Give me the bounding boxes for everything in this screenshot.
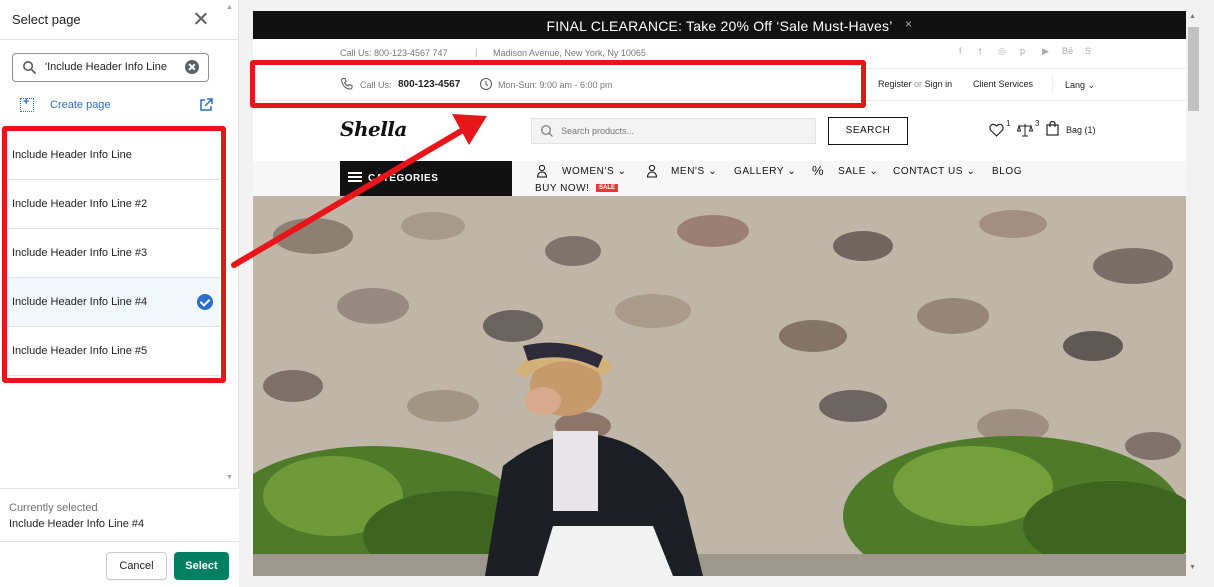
pinterest-icon[interactable]: p — [1020, 46, 1025, 56]
panel-header: Select page — [0, 0, 239, 40]
select-button[interactable]: Select — [174, 552, 229, 580]
man-icon — [646, 164, 658, 178]
or-text: or — [914, 79, 923, 89]
panel-footer: Currently selected Include Header Info L… — [0, 488, 239, 587]
chevron-down-icon: ⌄ — [966, 166, 976, 177]
chevron-down-icon: ⌄ — [787, 166, 797, 177]
scroll-up-arrow-icon[interactable]: ▲ — [226, 4, 233, 11]
currently-selected-value: Include Header Info Line #4 — [9, 518, 145, 530]
heart-icon[interactable] — [989, 123, 1004, 137]
chevron-down-icon: ⌄ — [1087, 80, 1096, 90]
external-link-icon[interactable] — [199, 98, 213, 112]
chevron-down-icon: ⌄ — [617, 166, 627, 177]
stone-ledge — [253, 554, 1186, 576]
sign-in-link[interactable]: Sign in — [925, 79, 953, 89]
sale-badge: SALE — [596, 184, 619, 192]
select-page-panel: Select page 'Include Header Info Line Cr… — [0, 0, 239, 587]
woman-icon — [536, 164, 548, 178]
close-icon[interactable]: × — [905, 17, 912, 31]
chevron-down-icon: ⌄ — [869, 166, 879, 177]
search-button[interactable]: SEARCH — [828, 117, 908, 145]
currently-selected-label: Currently selected — [9, 502, 98, 514]
instagram-icon[interactable]: ◎ — [998, 46, 1006, 57]
search-icon — [23, 61, 36, 74]
scroll-down-arrow-icon[interactable]: ▼ — [226, 474, 233, 481]
nav-label: SALE — [838, 166, 866, 177]
scrollbar-thumb[interactable] — [1188, 27, 1199, 111]
nav-item-contact[interactable]: CONTACT US ⌄ — [893, 166, 975, 177]
scroll-up-arrow-icon[interactable]: ▲ — [1189, 13, 1196, 20]
page-search-input[interactable]: 'Include Header Info Line — [12, 53, 209, 82]
language-selector[interactable]: Lang ⌄ — [1065, 80, 1095, 91]
create-page-link[interactable]: Create page — [20, 96, 215, 115]
percent-icon: % — [812, 163, 825, 178]
divider — [0, 541, 239, 542]
clear-search-icon[interactable] — [185, 60, 199, 74]
divider — [1052, 74, 1053, 94]
language-label: Lang — [1065, 80, 1086, 90]
store-logo[interactable]: Shella — [340, 117, 407, 141]
nav-item-womens[interactable]: WOMEN'S ⌄ — [562, 166, 627, 177]
categories-label: CATEGORIES — [368, 173, 439, 184]
hero-image — [253, 196, 1186, 576]
announcement-text: FINAL CLEARANCE: Take 20% Off ‘Sale Must… — [546, 18, 893, 34]
social-links: f t ◎ p ▶ Bē S — [959, 46, 1099, 60]
search-placeholder: Search products... — [561, 126, 635, 136]
register-link[interactable]: Register — [878, 79, 912, 89]
main-navigation: CATEGORIES WOMEN'S ⌄ MEN'S ⌄ GALLERY ⌄ %… — [253, 161, 1186, 196]
close-icon[interactable] — [193, 11, 209, 27]
search-icon — [541, 125, 553, 137]
nav-label: WOMEN'S — [562, 166, 615, 177]
nav-item-gallery[interactable]: GALLERY ⌄ — [734, 166, 796, 177]
create-page-label: Create page — [50, 99, 111, 111]
nav-label: GALLERY — [734, 166, 784, 177]
nav-item-buy-now[interactable]: BUY NOW! — [535, 183, 589, 194]
nav-item-mens[interactable]: MEN'S ⌄ — [671, 166, 717, 177]
announcement-bar: FINAL CLEARANCE: Take 20% Off ‘Sale Must… — [253, 11, 1186, 39]
chevron-down-icon: ⌄ — [708, 166, 718, 177]
youtube-icon[interactable]: ▶ — [1042, 46, 1049, 57]
wishlist-count: 1 — [1006, 119, 1011, 128]
compare-scale-icon[interactable] — [1017, 123, 1033, 137]
categories-button[interactable]: CATEGORIES — [340, 161, 512, 196]
nav-label: CONTACT US — [893, 166, 964, 177]
nav-item-sale[interactable]: SALE ⌄ — [838, 166, 878, 177]
nav-item-blog[interactable]: BLOG — [992, 166, 1022, 177]
product-search-input[interactable]: Search products... — [531, 118, 816, 144]
preview-scrollbar[interactable]: ▲ ▼ — [1186, 11, 1201, 576]
bag-label[interactable]: Bag (1) — [1066, 125, 1096, 135]
nav-label: MEN'S — [671, 166, 705, 177]
twitter-icon[interactable]: t — [979, 46, 982, 56]
add-page-icon — [20, 96, 34, 112]
topline-phone: Call Us: 800-123-4567 747 — [340, 48, 448, 58]
annotation-highlight-box — [250, 60, 866, 108]
facebook-icon[interactable]: f — [959, 46, 962, 56]
scroll-down-arrow-icon[interactable]: ▼ — [1189, 564, 1196, 571]
account-links: Register or Sign in — [878, 79, 952, 89]
compare-count: 3 — [1035, 119, 1040, 128]
hero-photo — [253, 196, 1186, 576]
client-services-link[interactable]: Client Services — [973, 79, 1033, 89]
behance-icon[interactable]: Bē — [1062, 46, 1073, 56]
hamburger-menu-icon — [348, 172, 362, 182]
skype-icon[interactable]: S — [1085, 46, 1091, 56]
topline-address: Madison Avenue, New York, Ny 10065 — [493, 48, 646, 58]
shopping-bag-icon[interactable] — [1046, 121, 1059, 136]
search-input-value: 'Include Header Info Line — [45, 61, 167, 73]
annotation-highlight-box — [2, 126, 226, 383]
main-header: Shella Search products... SEARCH 1 3 Bag… — [253, 101, 1186, 161]
panel-title: Select page — [12, 12, 81, 27]
cancel-button[interactable]: Cancel — [106, 552, 167, 580]
topline-separator: | — [475, 47, 478, 57]
